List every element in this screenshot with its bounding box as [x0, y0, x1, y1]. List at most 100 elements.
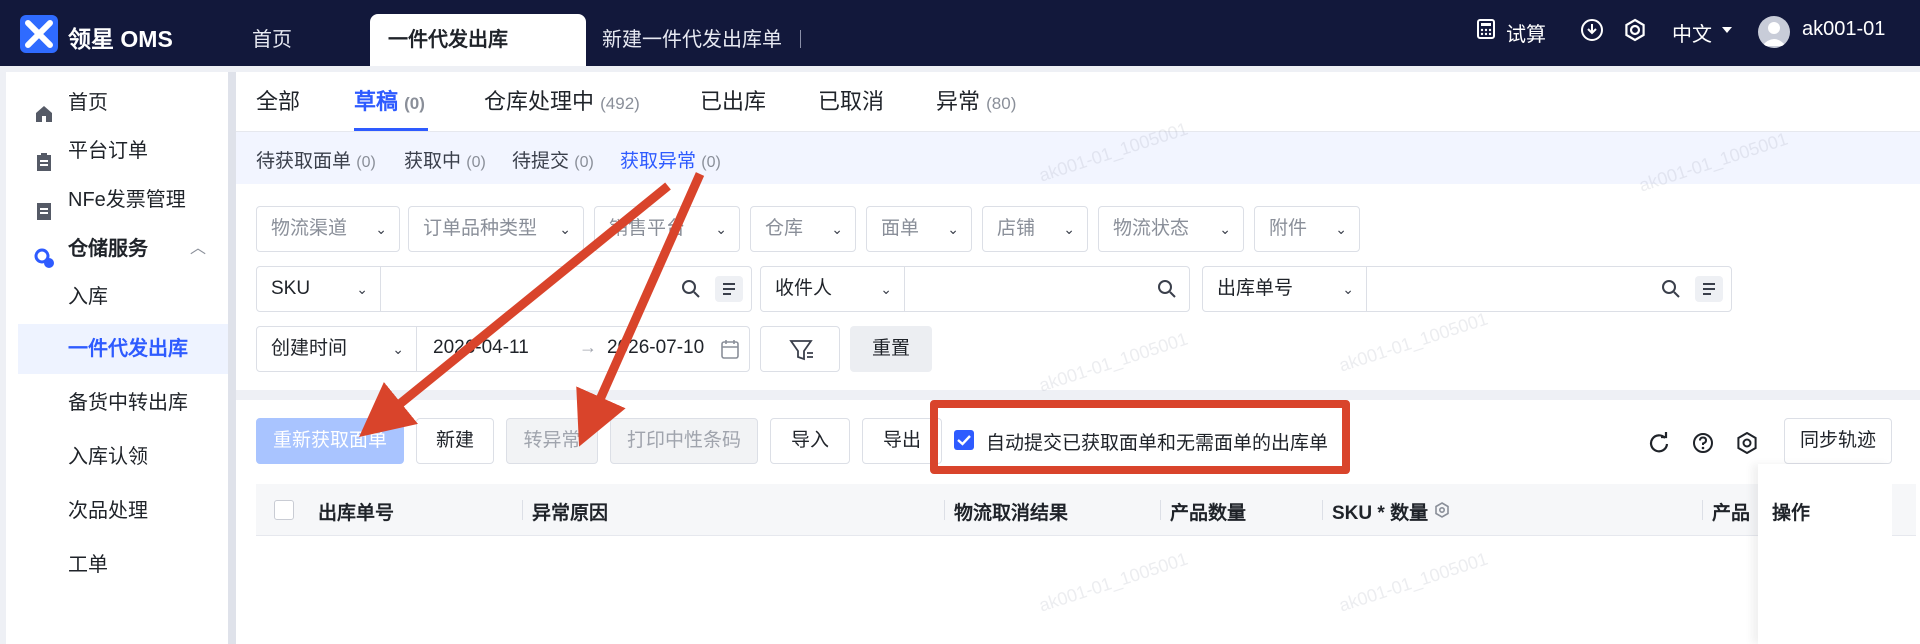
multi-line-input-icon[interactable] [715, 276, 743, 302]
sidebar-item-label: 入库 [68, 286, 108, 308]
subtab-fetching[interactable]: 获取中 (0) [404, 146, 486, 173]
advanced-filter-button[interactable] [760, 326, 840, 372]
sidebar: 首页 平台订单 NFe发票管理 仓储服务 ︿ 入库 一件代发出库 备货中转出库 … [6, 72, 228, 644]
watermark-text: ak001-01_1005001 [1036, 328, 1191, 396]
sidebar-item-work-order[interactable]: 工单 [6, 540, 228, 590]
tab-label: 异常 [936, 89, 981, 114]
search-icon[interactable] [1157, 279, 1177, 299]
filter-attachment[interactable]: 附件 ⌄ [1254, 206, 1360, 252]
multi-line-input-icon[interactable] [1695, 276, 1723, 302]
settings-icon[interactable] [1623, 18, 1647, 48]
tab-exception[interactable]: 异常 (80) [936, 84, 1016, 116]
reset-button[interactable]: 重置 [850, 326, 932, 372]
sidebar-item-platform-orders[interactable]: 平台订单 [6, 126, 228, 176]
outbound-number-field-select[interactable]: 出库单号 ⌄ [1203, 267, 1367, 311]
chevron-down-icon: ⌄ [947, 221, 959, 237]
chevron-up-icon[interactable]: ︿ [190, 224, 206, 274]
new-button[interactable]: 新建 [416, 418, 494, 464]
calculator-icon[interactable] [1476, 18, 1496, 46]
nav-tab-dropship-outbound[interactable]: 一件代发出库 [370, 14, 586, 66]
filter-logistics-status[interactable]: 物流状态 ⌄ [1098, 206, 1244, 252]
tab-shipped[interactable]: 已出库 [700, 84, 766, 116]
sku-field-select[interactable]: SKU ⌄ [257, 267, 381, 311]
tab-draft[interactable]: 草稿 (0) [354, 84, 425, 116]
caret-down-icon[interactable] [1720, 20, 1734, 43]
sidebar-group-warehouse[interactable]: 仓储服务 ︿ [6, 224, 228, 274]
sidebar-item-inbound-claim[interactable]: 入库认领 [6, 432, 228, 482]
sidebar-item-home[interactable]: 首页 [6, 78, 228, 128]
tab-cancelled[interactable]: 已取消 [818, 84, 884, 116]
sku-search: SKU ⌄ [256, 266, 752, 312]
sidebar-item-transfer-outbound[interactable]: 备货中转出库 [6, 378, 228, 428]
recipient-field-select[interactable]: 收件人 ⌄ [761, 267, 905, 311]
sidebar-item-label: 入库认领 [68, 446, 148, 468]
recipient-search-input[interactable] [905, 267, 1145, 311]
filter-warehouse[interactable]: 仓库 ⌄ [750, 206, 856, 252]
sync-tracking-button[interactable]: 同步轨迹 [1784, 418, 1892, 464]
table-header: 出库单号 异常原因 物流取消结果 产品数量 SKU * 数量 产品 [256, 484, 1916, 536]
col-cancel-result: 物流取消结果 [954, 503, 1069, 524]
tab-label: 草稿 [354, 89, 399, 114]
nav-divider [800, 30, 801, 48]
user-avatar[interactable] [1758, 16, 1790, 48]
select-placeholder: 附件 [1269, 218, 1308, 239]
col-product: 产品 [1712, 503, 1751, 524]
operations-column: 操作 [1758, 464, 1892, 644]
filter-label[interactable]: 面单 ⌄ [866, 206, 972, 252]
download-icon[interactable] [1580, 18, 1604, 48]
filter-sales-platform[interactable]: 销售平台 ⌄ [594, 206, 740, 252]
tab-warehouse-processing[interactable]: 仓库处理中 (492) [484, 84, 640, 116]
calendar-icon[interactable] [721, 339, 739, 359]
to-exception-button[interactable]: 转异常 [506, 418, 598, 464]
subtab-fetch-exception[interactable]: 获取异常 (0) [620, 146, 721, 173]
nav-tab-new-outbound[interactable]: 新建一件代发出库单 [602, 14, 782, 66]
chevron-down-icon: ⌄ [392, 341, 404, 357]
username[interactable]: ak001-01 [1802, 18, 1885, 41]
import-button[interactable]: 导入 [770, 418, 850, 464]
column-divider [1702, 500, 1703, 520]
subtab-to-submit[interactable]: 待提交 (0) [512, 146, 594, 173]
field-label: 收件人 [775, 278, 833, 299]
nav-tab-home[interactable]: 首页 [252, 14, 292, 66]
sidebar-item-defect-handling[interactable]: 次品处理 [6, 486, 228, 536]
date-field-select[interactable]: 创建时间 ⌄ [257, 327, 417, 371]
tab-label: 仓库处理中 [484, 89, 595, 114]
search-icon[interactable] [681, 279, 701, 299]
sidebar-item-inbound[interactable]: 入库 [6, 272, 228, 322]
filter-order-type[interactable]: 订单品种类型 ⌄ [408, 206, 584, 252]
tab-all[interactable]: 全部 [256, 84, 300, 116]
status-tabs: 全部 草稿 (0) 仓库处理中 (492) 已出库 已取消 异常 (80) [236, 72, 1920, 132]
sku-search-input[interactable] [381, 267, 671, 311]
column-setting-small-icon[interactable] [1434, 502, 1450, 518]
trial-calc-link[interactable]: 试算 [1506, 18, 1546, 47]
filter-store[interactable]: 店铺 ⌄ [982, 206, 1088, 252]
date-start[interactable]: 2026-04-11 [433, 337, 529, 359]
date-end[interactable]: 2026-07-10 [607, 337, 704, 359]
sidebar-scrollbar[interactable] [228, 72, 236, 644]
sidebar-item-label: NFe发票管理 [68, 189, 186, 211]
column-settings-icon[interactable] [1736, 432, 1758, 454]
tab-count: (492) [600, 94, 640, 113]
sidebar-item-label: 工单 [68, 554, 108, 576]
col-exception-reason: 异常原因 [532, 503, 609, 524]
refetch-label-button[interactable]: 重新获取面单 [256, 418, 404, 464]
sidebar-item-nfe-invoice[interactable]: NFe发票管理 [6, 175, 228, 225]
date-range-filter: 创建时间 ⌄ 2026-04-11 → 2026-07-10 [256, 326, 750, 372]
help-icon[interactable] [1692, 432, 1714, 454]
language-switcher[interactable]: 中文 [1672, 18, 1712, 47]
tab-count: (0) [404, 94, 425, 113]
select-all-checkbox[interactable] [274, 500, 294, 520]
filter-logistics-channel[interactable]: 物流渠道 ⌄ [256, 206, 400, 252]
sidebar-item-dropship-outbound[interactable]: 一件代发出库 [18, 324, 228, 374]
chevron-down-icon: ⌄ [1219, 221, 1231, 237]
chevron-down-icon: ⌄ [1342, 281, 1354, 297]
invoice-icon [34, 190, 54, 220]
search-icon[interactable] [1661, 279, 1681, 299]
column-divider [522, 500, 523, 520]
annotation-highlight-box [930, 400, 1350, 474]
subtab-pending-label[interactable]: 待获取面单 (0) [256, 146, 376, 173]
print-barcode-button[interactable]: 打印中性条码 [610, 418, 758, 464]
refresh-icon[interactable] [1648, 432, 1670, 454]
outbound-number-search-input[interactable] [1367, 267, 1643, 311]
funnel-icon [789, 340, 813, 361]
